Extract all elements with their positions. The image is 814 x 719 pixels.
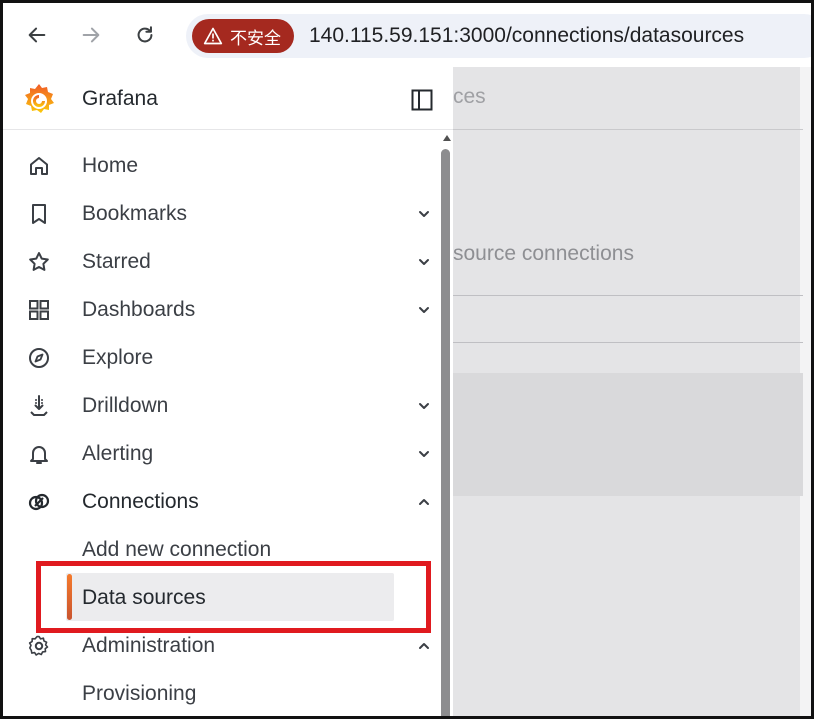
- nav-item-connections[interactable]: Connections: [3, 478, 439, 526]
- star-icon: [29, 252, 49, 271]
- browser-toolbar: 不安全 140.115.59.151:3000/connections/data…: [3, 3, 814, 67]
- sidebar-header: Grafana: [3, 67, 453, 130]
- active-indicator: [67, 574, 72, 620]
- address-bar[interactable]: 不安全 140.115.59.151:3000/connections/data…: [186, 14, 814, 58]
- chevron-down-icon[interactable]: [416, 254, 432, 270]
- back-button[interactable]: [20, 18, 54, 52]
- cog-icon: [28, 635, 49, 656]
- chevron-down-icon[interactable]: [416, 302, 432, 318]
- security-indicator[interactable]: 不安全: [192, 19, 294, 53]
- grafana-logo-icon[interactable]: [21, 82, 57, 118]
- brand-name: Grafana: [82, 87, 158, 110]
- nav-label: Explore: [82, 346, 154, 369]
- divider: [453, 129, 803, 130]
- url-text[interactable]: 140.115.59.151:3000/connections/datasour…: [309, 14, 744, 58]
- nav-label: Administration: [82, 634, 216, 657]
- nav-label: Starred: [82, 250, 151, 273]
- nav-label: Home: [82, 154, 139, 177]
- apps-icon: [29, 300, 49, 320]
- forward-button[interactable]: [74, 18, 108, 52]
- dock-menu-icon[interactable]: [410, 88, 434, 112]
- nav-item-administration[interactable]: Administration: [3, 622, 439, 670]
- chevron-down-icon[interactable]: [416, 206, 432, 222]
- nav-subitem-add-new-connection[interactable]: Add new connection: [82, 538, 271, 562]
- nav-label: Connections: [82, 490, 199, 513]
- nav-label: Dashboards: [82, 298, 196, 321]
- chevron-up-icon[interactable]: [416, 638, 432, 654]
- nav-subitem-label: Data sources: [82, 586, 206, 609]
- divider: [453, 342, 803, 343]
- nav-label: Drilldown: [82, 394, 169, 417]
- nav-item-alerting[interactable]: Alerting: [3, 430, 439, 478]
- drilldown-icon: [30, 395, 48, 416]
- bell-icon: [30, 446, 48, 464]
- connections-icon: [28, 493, 50, 511]
- scroll-up-arrow-icon[interactable]: [443, 135, 451, 141]
- nav-label: Bookmarks: [82, 202, 188, 225]
- bookmark-icon: [32, 204, 46, 224]
- chevron-down-icon[interactable]: [416, 446, 432, 462]
- nav-subitem-provisioning[interactable]: Provisioning: [82, 682, 196, 706]
- nav-item-explore[interactable]: Explore: [3, 334, 439, 382]
- page-subtitle: source connections: [453, 242, 634, 265]
- chevron-down-icon[interactable]: [416, 398, 432, 414]
- nav-label: Alerting: [82, 442, 154, 465]
- page-title: ces: [453, 85, 486, 108]
- sidebar-menu: Grafana Home Bookmarks Starred Dashboard…: [3, 67, 453, 716]
- arrow-right-icon: [82, 27, 100, 43]
- chevron-up-icon[interactable]: [416, 494, 432, 510]
- reload-button[interactable]: [128, 18, 162, 52]
- scrollbar-thumb[interactable]: [441, 149, 450, 716]
- nav-item-drilldown[interactable]: Drilldown: [3, 382, 439, 430]
- divider: [453, 295, 803, 296]
- reload-icon: [137, 26, 153, 43]
- nav-item-dashboards[interactable]: Dashboards: [3, 286, 439, 334]
- security-label: 不安全: [230, 28, 281, 49]
- nav-item-home[interactable]: Home: [3, 142, 439, 190]
- nav-item-bookmarks[interactable]: Bookmarks: [3, 190, 439, 238]
- arrow-left-icon: [28, 27, 46, 43]
- home-icon: [30, 157, 48, 175]
- nav-item-starred[interactable]: Starred: [3, 238, 439, 286]
- warning-icon: [203, 27, 223, 45]
- compass-icon: [29, 348, 49, 368]
- content-card: [453, 373, 803, 496]
